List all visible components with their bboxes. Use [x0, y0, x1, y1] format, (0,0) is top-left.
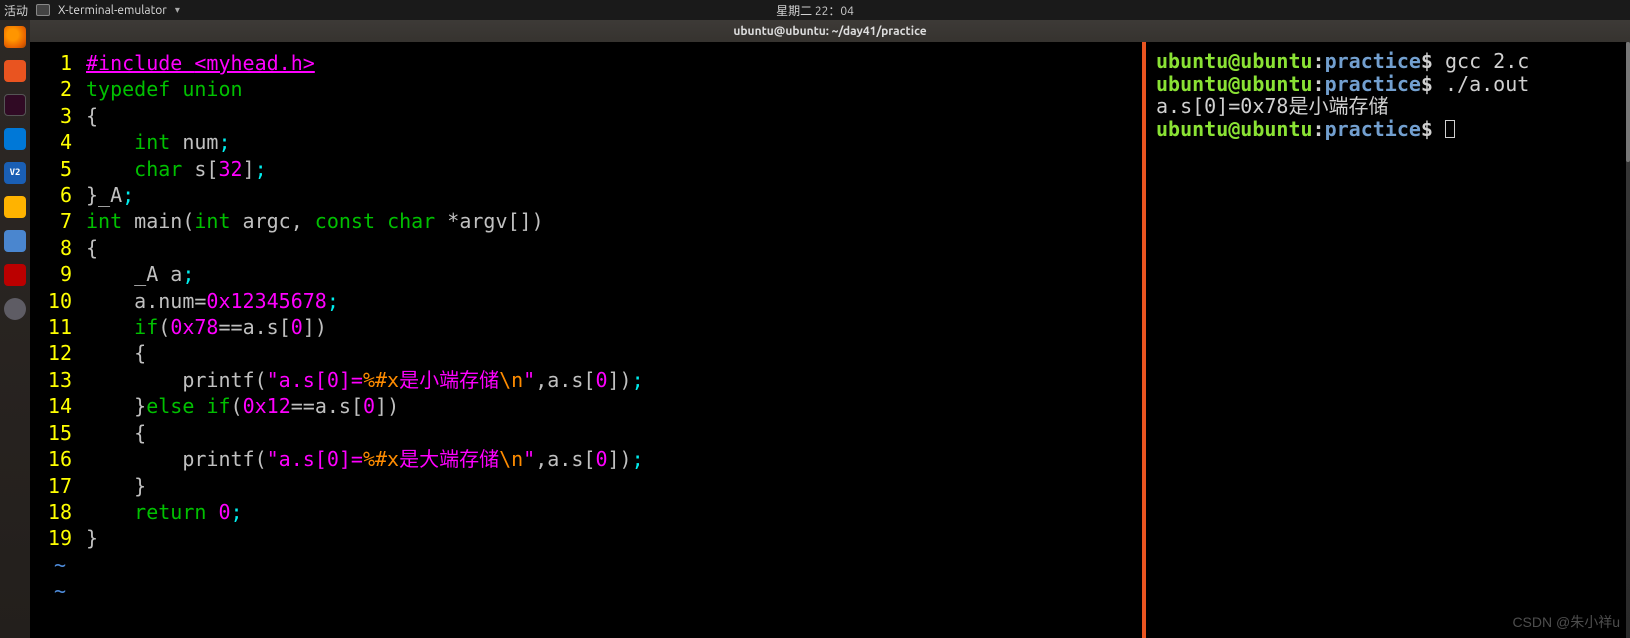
code-content: } — [86, 525, 98, 551]
line-number: 3 — [42, 103, 72, 129]
line-number: 12 — [42, 340, 72, 366]
clock-label[interactable]: 星期二 22：04 — [776, 2, 854, 19]
updates-icon[interactable] — [4, 298, 26, 320]
cursor — [1445, 120, 1455, 138]
code-line: 17 } — [42, 473, 1142, 499]
shell-prompt-line: ubuntu@ubuntu:practice$ gcc 2.c — [1156, 50, 1622, 73]
chevron-down-icon: ▾ — [175, 4, 180, 16]
shell-prompt-line: ubuntu@ubuntu:practice$ — [1156, 118, 1622, 141]
line-number: 5 — [42, 156, 72, 182]
code-line: 18 return 0; — [42, 499, 1142, 525]
code-line: 9 _A a; — [42, 261, 1142, 287]
code-line: 19} — [42, 525, 1142, 551]
vim-tilde: ~ — [42, 578, 1142, 604]
code-content: a.num=0x12345678; — [86, 288, 339, 314]
software-icon[interactable] — [4, 230, 26, 252]
help-icon[interactable] — [4, 264, 26, 286]
line-number: 11 — [42, 314, 72, 340]
line-number: 13 — [42, 367, 72, 393]
code-content: int main(int argc, const char *argv[]) — [86, 208, 544, 234]
terminal-split-container: 1#include <myhead.h>2typedef union3{4 in… — [30, 42, 1630, 638]
code-line: 7 int main(int argc, const char *argv[]) — [42, 208, 1142, 234]
line-number: 10 — [42, 288, 72, 314]
firefox-icon[interactable] — [4, 26, 26, 48]
code-line: 12 { — [42, 340, 1142, 366]
code-line: 6 }_A; — [42, 182, 1142, 208]
line-number: 15 — [42, 420, 72, 446]
code-line: 10 a.num=0x12345678; — [42, 288, 1142, 314]
code-line: 15 { — [42, 420, 1142, 446]
shell-pane[interactable]: ubuntu@ubuntu:practice$ gcc 2.cubuntu@ub… — [1146, 42, 1630, 638]
code-line: 2 typedef union — [42, 76, 1142, 102]
line-number: 2 — [42, 76, 72, 102]
terminal-app-icon[interactable] — [4, 94, 26, 116]
line-number: 8 — [42, 235, 72, 261]
scrollbar[interactable] — [1626, 42, 1630, 638]
code-line: 5 char s[32]; — [42, 156, 1142, 182]
code-content: return 0; — [86, 499, 243, 525]
code-line: 1 #include <myhead.h> — [42, 50, 1142, 76]
code-line: 13 printf("a.s[0]=%#x是小端存储\n",a.s[0]); — [42, 367, 1142, 393]
line-number: 1 — [42, 50, 72, 76]
files-icon[interactable] — [4, 60, 26, 82]
activities-button[interactable]: 活动 — [4, 2, 28, 19]
line-number: 19 — [42, 525, 72, 551]
geany-icon[interactable] — [4, 196, 26, 218]
shell-output-line: a.s[0]=0x78是小端存储 — [1156, 95, 1622, 118]
code-content: typedef union — [86, 76, 243, 102]
code-content: _A a; — [86, 261, 194, 287]
code-line: 11 if(0x78==a.s[0]) — [42, 314, 1142, 340]
line-number: 17 — [42, 473, 72, 499]
code-content: #include <myhead.h> — [86, 50, 315, 76]
terminal-icon — [36, 4, 50, 16]
code-line: 14 }else if(0x12==a.s[0]) — [42, 393, 1142, 419]
code-line: 8{ — [42, 235, 1142, 261]
code-content: int num; — [86, 129, 231, 155]
shell-prompt-line: ubuntu@ubuntu:practice$ ./a.out — [1156, 73, 1622, 96]
line-number: 4 — [42, 129, 72, 155]
line-number: 9 — [42, 261, 72, 287]
code-content: { — [86, 103, 98, 129]
vnc-icon[interactable]: V2 — [4, 162, 26, 184]
code-content: printf("a.s[0]=%#x是大端存储\n",a.s[0]); — [86, 446, 644, 472]
code-content: } — [86, 473, 146, 499]
code-line: 16 printf("a.s[0]=%#x是大端存储\n",a.s[0]); — [42, 446, 1142, 472]
code-content: { — [86, 420, 146, 446]
code-line: 4 int num; — [42, 129, 1142, 155]
scrollbar-thumb[interactable] — [1626, 42, 1630, 162]
code-content: printf("a.s[0]=%#x是小端存储\n",a.s[0]); — [86, 367, 644, 393]
code-content: { — [86, 340, 146, 366]
window-title: ubuntu@ubuntu: ~/day41/practice — [733, 25, 926, 38]
line-number: 6 — [42, 182, 72, 208]
app-menu[interactable]: X-terminal-emulator — [58, 4, 167, 17]
code-content: }_A; — [86, 182, 134, 208]
code-content: { — [86, 235, 98, 261]
vim-editor-pane[interactable]: 1#include <myhead.h>2typedef union3{4 in… — [30, 42, 1142, 638]
line-number: 18 — [42, 499, 72, 525]
code-line: 3{ — [42, 103, 1142, 129]
line-number: 16 — [42, 446, 72, 472]
gnome-dock: V2 — [0, 20, 30, 638]
line-number: 14 — [42, 393, 72, 419]
window-title-bar[interactable]: ubuntu@ubuntu: ~/day41/practice — [30, 20, 1630, 42]
code-content: char s[32]; — [86, 156, 267, 182]
vim-tilde: ~ — [42, 552, 1142, 578]
watermark-label: CSDN @朱小祥u — [1512, 612, 1620, 632]
code-content: }else if(0x12==a.s[0]) — [86, 393, 399, 419]
gnome-top-panel: 活动 X-terminal-emulator ▾ 星期二 22：04 — [0, 0, 1630, 20]
line-number: 7 — [42, 208, 72, 234]
code-content: if(0x78==a.s[0]) — [86, 314, 327, 340]
vscode-icon[interactable] — [4, 128, 26, 150]
